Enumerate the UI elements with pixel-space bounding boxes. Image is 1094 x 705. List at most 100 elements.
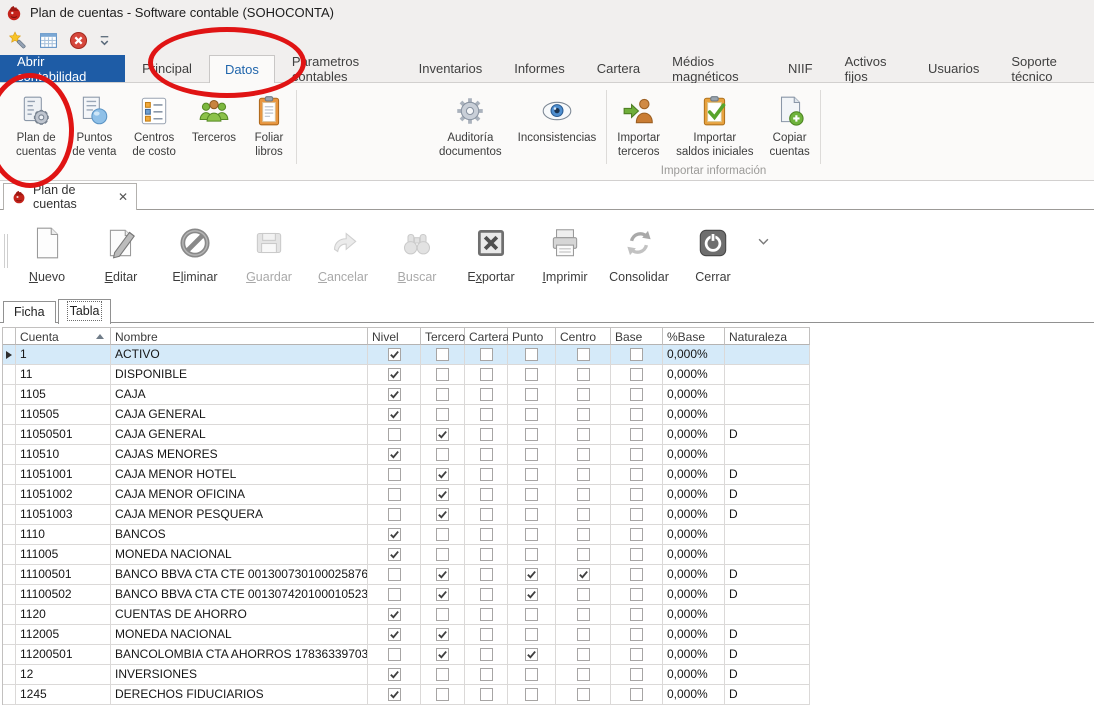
ribbon-tab-niif[interactable]: NIIF (773, 55, 828, 82)
table-row[interactable]: 111005MONEDA NACIONAL0,000% (3, 545, 810, 565)
toolbar-button-consolidar[interactable]: Consolidar (602, 210, 676, 298)
toolbar-button-nuevo[interactable]: Nuevo (10, 210, 84, 298)
tercero-checkbox[interactable] (436, 688, 449, 701)
base-checkbox[interactable] (630, 688, 643, 701)
nivel-checkbox-checked[interactable] (388, 368, 401, 381)
close-circle-icon[interactable] (69, 31, 88, 50)
tercero-checkbox[interactable] (436, 408, 449, 421)
tercero-checkbox-checked[interactable] (436, 428, 449, 441)
table-row[interactable]: 110510CAJAS MENORES0,000% (3, 445, 810, 465)
centro-checkbox[interactable] (577, 688, 590, 701)
centro-checkbox[interactable] (577, 348, 590, 361)
toolbar-button-exportar[interactable]: Exportar (454, 210, 528, 298)
centro-checkbox[interactable] (577, 508, 590, 521)
base-checkbox[interactable] (630, 668, 643, 681)
base-checkbox[interactable] (630, 508, 643, 521)
punto-checkbox[interactable] (525, 628, 538, 641)
cartera-checkbox[interactable] (480, 528, 493, 541)
column-header-cartera[interactable]: Cartera (465, 327, 508, 345)
tercero-checkbox-checked[interactable] (436, 508, 449, 521)
tercero-checkbox-checked[interactable] (436, 488, 449, 501)
toolbar-button-eliminar[interactable]: Eliminar (158, 210, 232, 298)
nivel-checkbox[interactable] (388, 648, 401, 661)
base-checkbox[interactable] (630, 448, 643, 461)
ribbon-button-puntos-de-venta[interactable]: Puntosde venta (65, 92, 123, 161)
ribbon-button-importar-terceros[interactable]: Importarterceros (610, 92, 667, 161)
ribbon-button-terceros[interactable]: Terceros (185, 92, 243, 147)
nivel-checkbox-checked[interactable] (388, 548, 401, 561)
ribbon-button-foliar-libros[interactable]: Foliarlibros (245, 92, 293, 161)
punto-checkbox[interactable] (525, 608, 538, 621)
table-row[interactable]: 1110BANCOS0,000% (3, 525, 810, 545)
ribbon-button-centros-de-costo[interactable]: Centrosde costo (125, 92, 182, 161)
cartera-checkbox[interactable] (480, 568, 493, 581)
tercero-checkbox[interactable] (436, 608, 449, 621)
view-tab-tabla[interactable]: Tabla (58, 299, 112, 324)
centro-checkbox[interactable] (577, 648, 590, 661)
magic-wand-icon[interactable] (9, 31, 28, 50)
ribbon-button-plan-de-cuentas[interactable]: Plan decuentas (9, 92, 63, 161)
view-tab-ficha[interactable]: Ficha (3, 301, 56, 323)
ribbon-tab-parametros-contables[interactable]: Parametros contables (277, 55, 402, 82)
ribbon-button-copiar-cuentas[interactable]: Copiarcuentas (762, 92, 816, 161)
cartera-checkbox[interactable] (480, 648, 493, 661)
tercero-checkbox[interactable] (436, 528, 449, 541)
table-row[interactable]: 1105CAJA0,000% (3, 385, 810, 405)
punto-checkbox[interactable] (525, 668, 538, 681)
tercero-checkbox[interactable] (436, 368, 449, 381)
column-header-base[interactable]: Base (611, 327, 663, 345)
cartera-checkbox[interactable] (480, 668, 493, 681)
cartera-checkbox[interactable] (480, 488, 493, 501)
ribbon-tab-informes[interactable]: Informes (499, 55, 580, 82)
base-checkbox[interactable] (630, 488, 643, 501)
nivel-checkbox-checked[interactable] (388, 628, 401, 641)
nivel-checkbox-checked[interactable] (388, 348, 401, 361)
column-header-centro[interactable]: Centro (556, 327, 611, 345)
column-header-tercero[interactable]: Tercero (421, 327, 465, 345)
base-checkbox[interactable] (630, 608, 643, 621)
centro-checkbox[interactable] (577, 368, 590, 381)
nivel-checkbox[interactable] (388, 488, 401, 501)
nivel-checkbox-checked[interactable] (388, 608, 401, 621)
centro-checkbox[interactable] (577, 408, 590, 421)
base-checkbox[interactable] (630, 548, 643, 561)
table-row[interactable]: 11051003CAJA MENOR PESQUERA0,000%D (3, 505, 810, 525)
table-row[interactable]: 11051002CAJA MENOR OFICINA0,000%D (3, 485, 810, 505)
column-header-cuenta[interactable]: Cuenta (16, 327, 111, 345)
base-checkbox[interactable] (630, 428, 643, 441)
centro-checkbox[interactable] (577, 488, 590, 501)
punto-checkbox[interactable] (525, 688, 538, 701)
close-tab-icon[interactable]: ✕ (118, 190, 128, 204)
ribbon-tab-inventarios[interactable]: Inventarios (404, 55, 498, 82)
nivel-checkbox-checked[interactable] (388, 448, 401, 461)
centro-checkbox[interactable] (577, 388, 590, 401)
calendar-icon[interactable] (39, 31, 58, 50)
cartera-checkbox[interactable] (480, 548, 493, 561)
nivel-checkbox[interactable] (388, 468, 401, 481)
centro-checkbox[interactable] (577, 628, 590, 641)
base-checkbox[interactable] (630, 568, 643, 581)
nivel-checkbox-checked[interactable] (388, 688, 401, 701)
centro-checkbox[interactable] (577, 528, 590, 541)
nivel-checkbox[interactable] (388, 568, 401, 581)
open-accounting-button[interactable]: Abrir contabilidad (0, 55, 125, 82)
centro-checkbox[interactable] (577, 548, 590, 561)
toolbar-button-editar[interactable]: Editar (84, 210, 158, 298)
toolbar-more-button[interactable] (758, 238, 769, 245)
nivel-checkbox[interactable] (388, 508, 401, 521)
punto-checkbox-checked[interactable] (525, 568, 538, 581)
tercero-checkbox-checked[interactable] (436, 648, 449, 661)
toolbar-options-icon[interactable] (99, 34, 110, 47)
cartera-checkbox[interactable] (480, 468, 493, 481)
tercero-checkbox[interactable] (436, 348, 449, 361)
cartera-checkbox[interactable] (480, 448, 493, 461)
punto-checkbox-checked[interactable] (525, 648, 538, 661)
base-checkbox[interactable] (630, 528, 643, 541)
toolbar-button-cerrar[interactable]: Cerrar (676, 210, 750, 298)
cartera-checkbox[interactable] (480, 428, 493, 441)
nivel-checkbox-checked[interactable] (388, 528, 401, 541)
base-checkbox[interactable] (630, 628, 643, 641)
punto-checkbox[interactable] (525, 528, 538, 541)
tercero-checkbox-checked[interactable] (436, 588, 449, 601)
cartera-checkbox[interactable] (480, 688, 493, 701)
